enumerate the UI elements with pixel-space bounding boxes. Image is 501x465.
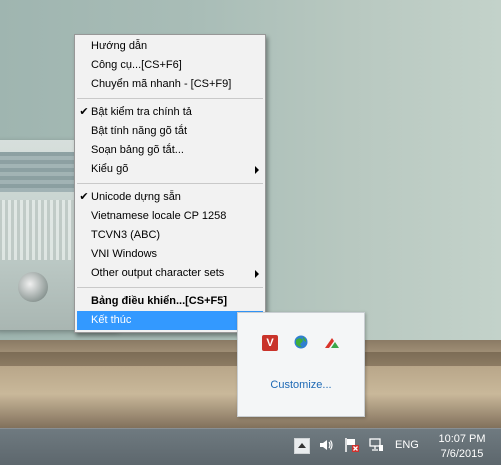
menu-item-vni-windows[interactable]: VNI Windows xyxy=(75,245,265,264)
menu-item-label: Hướng dẫn xyxy=(91,40,148,52)
menu-item-vietnamese-locale[interactable]: Vietnamese locale CP 1258 xyxy=(75,207,265,226)
customize-link[interactable]: Customize... xyxy=(238,379,364,391)
unikey-context-menu: Hướng dẫn Công cụ...[CS+F6] Chuyển mã nh… xyxy=(74,34,266,333)
menu-item-ket-thuc[interactable]: Kết thúc xyxy=(77,311,263,330)
submenu-arrow-icon xyxy=(255,270,259,278)
menu-item-label: VNI Windows xyxy=(91,248,158,260)
menu-item-label: Bật kiểm tra chính tả xyxy=(91,106,192,118)
clock-time: 10:07 PM xyxy=(438,433,486,445)
red-green-arrow-icon[interactable] xyxy=(324,335,340,351)
unikey-v-letter: V xyxy=(266,337,274,349)
tray-overflow-popup: V Customize... xyxy=(237,312,365,417)
menu-item-label: Bật tính năng gõ tắt xyxy=(91,125,188,137)
menu-item-unicode-dung-san[interactable]: ✔ Unicode dựng sẵn xyxy=(75,188,265,207)
menu-item-label: Other output character sets xyxy=(91,267,225,279)
menu-item-label: Công cụ...[CS+F6] xyxy=(91,59,182,71)
action-center-flag-icon[interactable] xyxy=(344,437,360,453)
network-icon[interactable] xyxy=(368,437,384,453)
menu-item-go-tat[interactable]: Bật tính năng gõ tắt xyxy=(75,122,265,141)
menu-item-label: Kiểu gõ xyxy=(91,163,129,175)
show-hidden-icons-button[interactable] xyxy=(294,438,310,454)
checkmark-icon: ✔ xyxy=(79,106,89,118)
checkmark-icon: ✔ xyxy=(79,191,89,203)
menu-item-tcvn3[interactable]: TCVN3 (ABC) xyxy=(75,226,265,245)
menu-item-label: Vietnamese locale CP 1258 xyxy=(91,210,227,222)
menu-item-huong-dan[interactable]: Hướng dẫn xyxy=(75,37,265,56)
input-language-indicator[interactable]: ENG xyxy=(395,439,419,451)
menu-item-other-charsets[interactable]: Other output character sets xyxy=(75,264,265,283)
menu-item-kiem-tra-chinh-ta[interactable]: ✔ Bật kiểm tra chính tả xyxy=(75,103,265,122)
menu-item-soan-bang-go-tat[interactable]: Soạn bảng gõ tắt... xyxy=(75,141,265,160)
menu-item-chuyen-ma-nhanh[interactable]: Chuyển mã nhanh - [CS+F9] xyxy=(75,75,265,94)
network-globe-icon[interactable] xyxy=(293,334,309,350)
menu-item-label: Unicode dựng sẵn xyxy=(91,191,181,203)
menu-item-label: Kết thúc xyxy=(91,314,132,326)
menu-separator xyxy=(77,287,263,288)
unikey-v-icon[interactable]: V xyxy=(262,335,278,351)
speaker-icon[interactable] xyxy=(318,437,334,453)
menu-item-cong-cu[interactable]: Công cụ...[CS+F6] xyxy=(75,56,265,75)
taskbar: ENG 10:07 PM 7/6/2015 xyxy=(0,428,501,465)
menu-item-label: Chuyển mã nhanh - [CS+F9] xyxy=(91,78,232,90)
menu-separator xyxy=(77,183,263,184)
menu-separator xyxy=(77,98,263,99)
menu-item-label: Bảng điều khiển...[CS+F5] xyxy=(91,295,227,307)
wallpaper-radio-knob xyxy=(18,272,48,302)
menu-item-label: Soạn bảng gõ tắt... xyxy=(91,144,184,156)
submenu-arrow-icon xyxy=(255,166,259,174)
clock-date: 7/6/2015 xyxy=(440,448,484,460)
menu-item-label: TCVN3 (ABC) xyxy=(91,229,161,241)
menu-item-kieu-go[interactable]: Kiểu gõ xyxy=(75,160,265,179)
wallpaper-radio-speaker xyxy=(0,152,75,192)
clock[interactable]: 10:07 PM 7/6/2015 xyxy=(432,432,492,462)
menu-item-bang-dieu-khien[interactable]: Bảng điều khiển...[CS+F5] xyxy=(75,292,265,311)
